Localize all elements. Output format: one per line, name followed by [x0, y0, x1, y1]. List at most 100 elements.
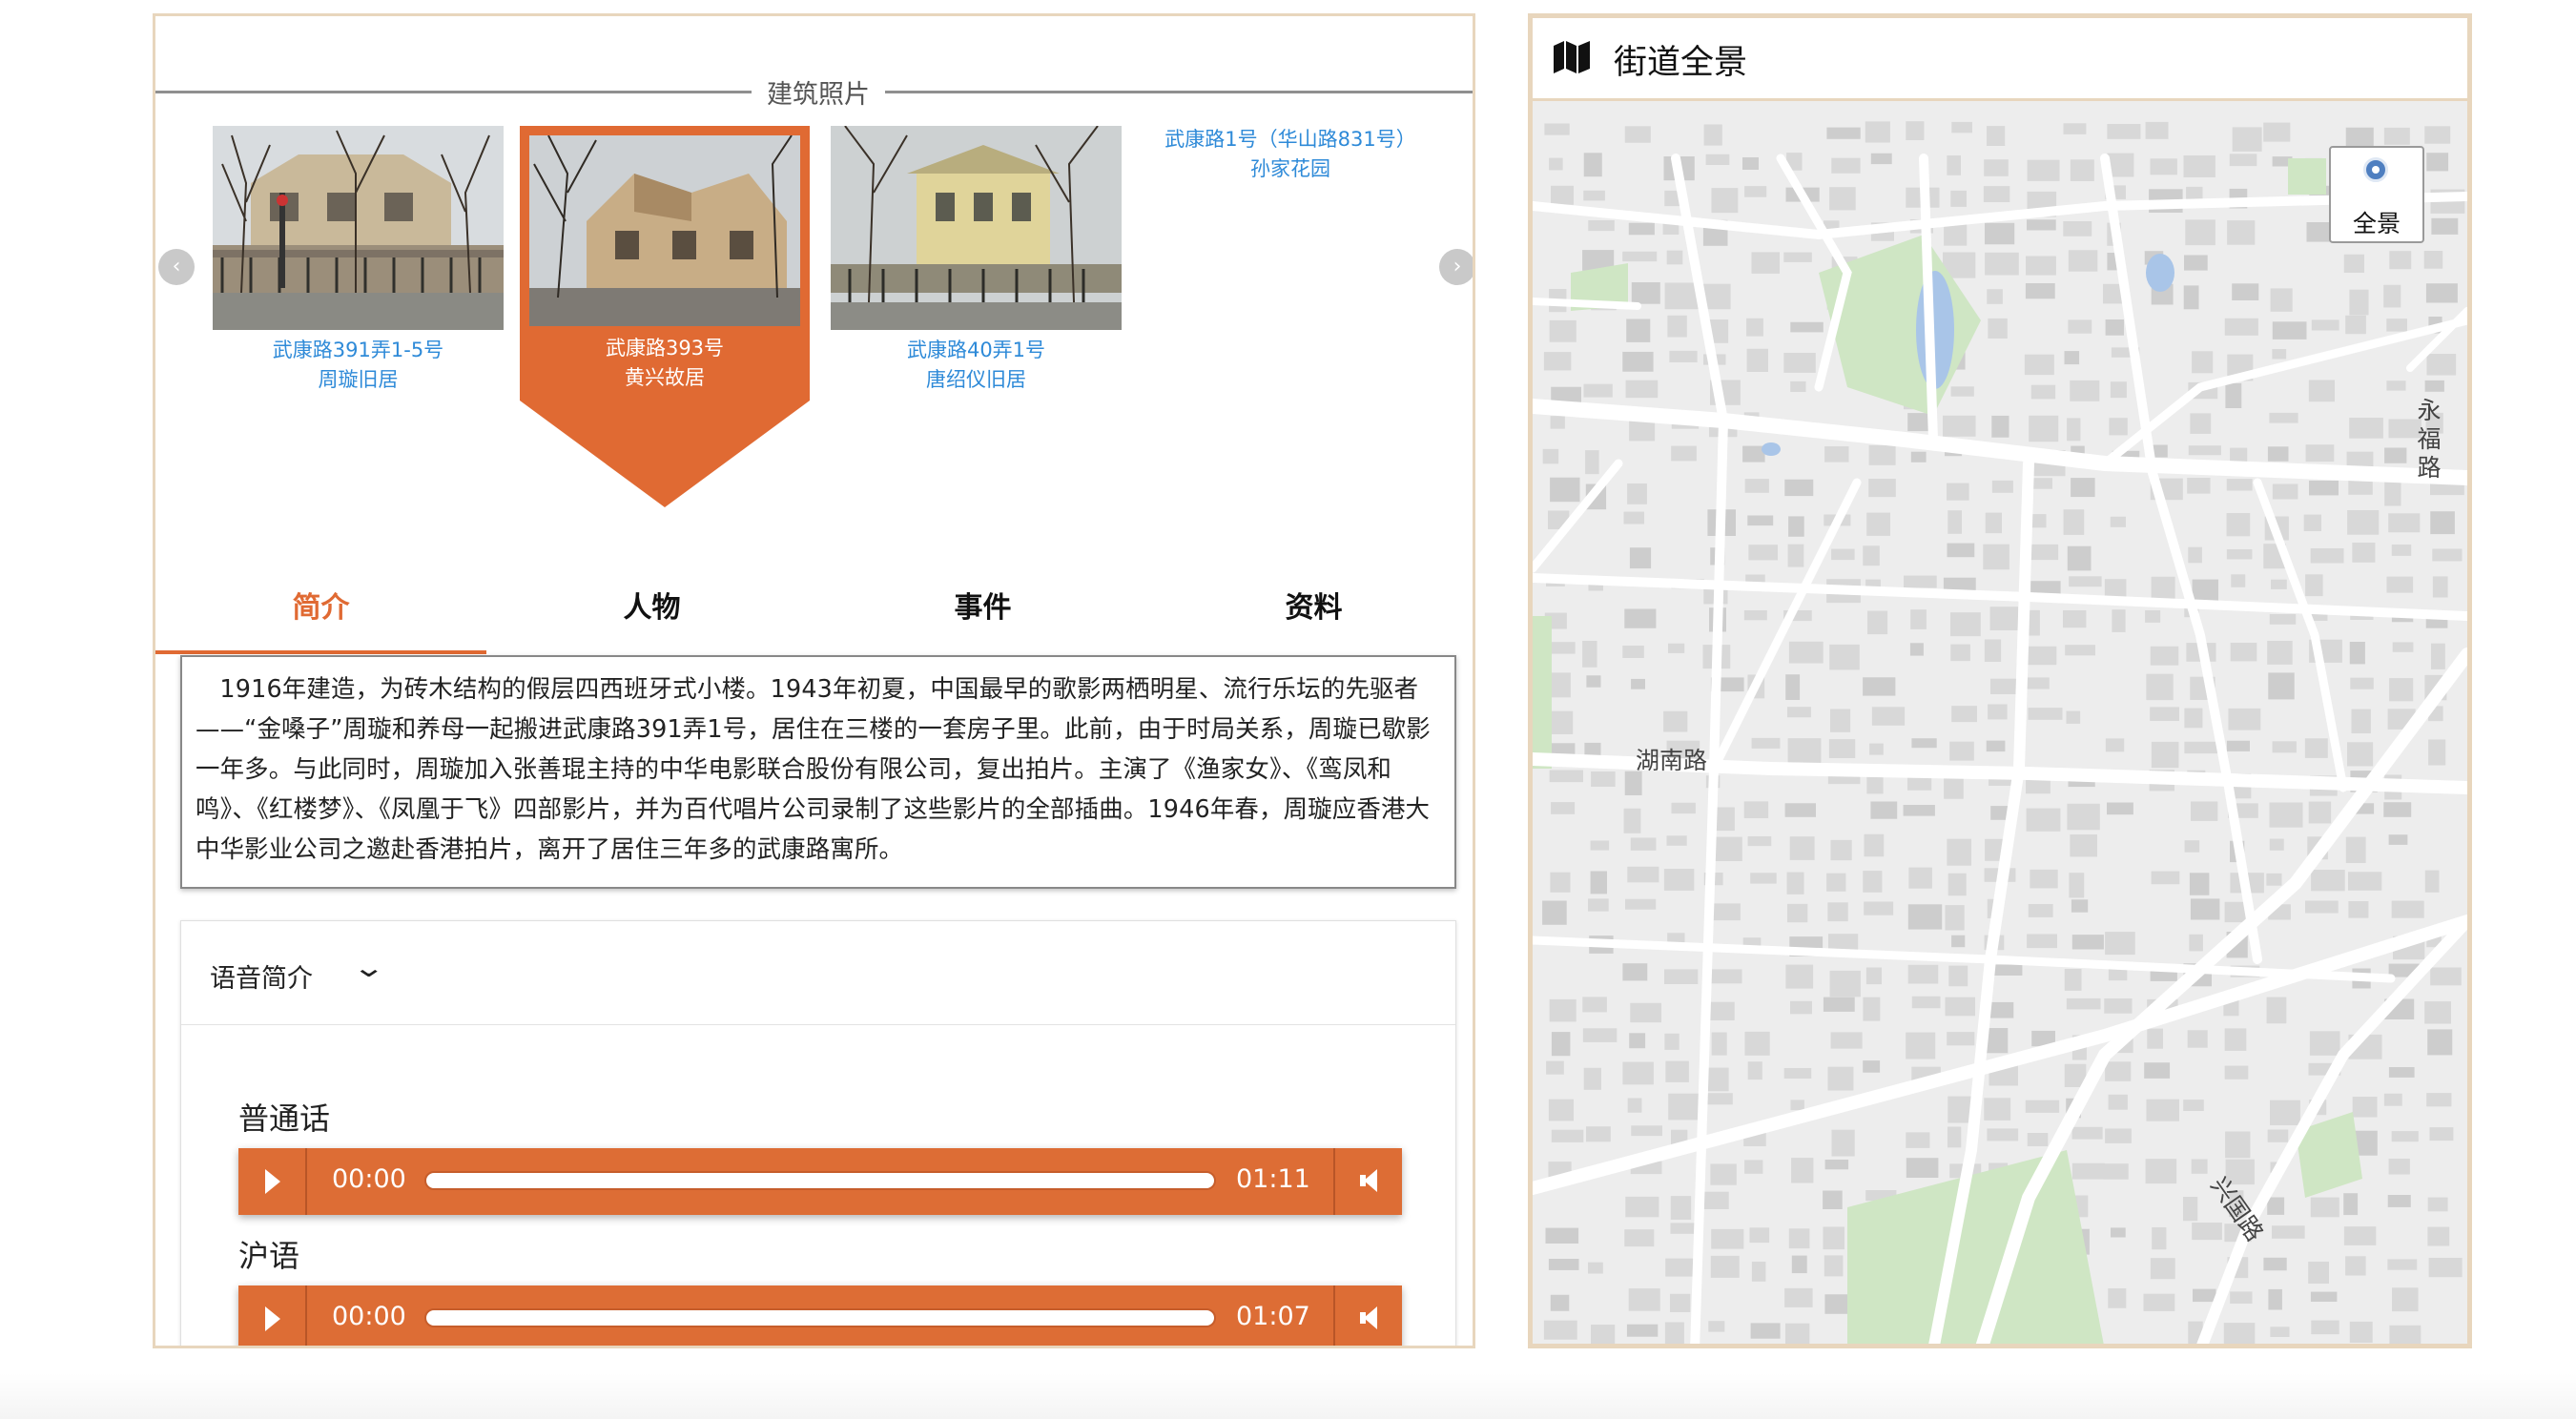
map-building: [2388, 513, 2421, 533]
map-building: [1743, 610, 1767, 621]
map-icon: [1554, 41, 1590, 73]
map-building: [1987, 289, 2003, 304]
map-building: [2145, 1159, 2177, 1184]
map-building: [1548, 710, 1574, 734]
map-building: [2432, 576, 2448, 598]
audio-current-time: 00:00: [332, 1302, 406, 1331]
map-building: [1583, 1067, 1601, 1090]
map-building: [2184, 708, 2203, 729]
panorama-button[interactable]: 全景: [2329, 146, 2424, 243]
map-building: [2145, 610, 2161, 623]
map-building: [2269, 412, 2298, 423]
map-building: [1910, 609, 1927, 629]
map-building: [1790, 1000, 1812, 1015]
map-building: [2383, 802, 2412, 817]
map-building: [2387, 1195, 2411, 1207]
map-building: [2349, 642, 2365, 665]
carousel-prev-button[interactable]: ‹: [158, 249, 195, 285]
map-building: [1750, 873, 1777, 884]
audio-progress-bar[interactable]: [424, 1308, 1216, 1327]
map-building: [1947, 543, 1975, 558]
map-building: [2426, 354, 2457, 376]
map-building: [1787, 738, 1822, 765]
street-map[interactable]: 永福路 湖南路 兴国路 全景: [1533, 101, 2467, 1344]
map-building: [1830, 1032, 1863, 1049]
map-building: [1950, 386, 1974, 397]
map-building: [2027, 219, 2056, 231]
map-building: [1586, 1126, 1611, 1142]
volume-icon[interactable]: [1333, 1285, 1402, 1346]
map-building: [1903, 805, 1935, 816]
map-building: [2272, 321, 2307, 339]
map-building: [1583, 383, 1613, 398]
photo-card-sunjiahuayuan[interactable]: 武康路1号（华山路831号） 孙家花园: [1143, 125, 1438, 184]
map-building: [1787, 707, 1811, 718]
map-building: [1583, 190, 1605, 201]
map-building: [1904, 575, 1937, 588]
map-building: [2151, 576, 2175, 602]
audio-player-shanghainese: 00:00 01:07: [238, 1285, 1402, 1346]
map-building: [1784, 1287, 1813, 1307]
carousel-next-button[interactable]: ›: [1439, 249, 1473, 285]
map-building: [1945, 997, 1975, 1017]
map-building: [2229, 154, 2257, 167]
tab-events[interactable]: 事件: [817, 574, 1148, 656]
map-building: [2192, 351, 2214, 374]
map-building: [2348, 872, 2382, 891]
play-icon[interactable]: [238, 1148, 307, 1215]
map-building: [2232, 283, 2259, 300]
map-building: [2027, 159, 2060, 181]
photo-card-huangxing[interactable]: 武康路393号 黄兴故居: [529, 135, 800, 393]
map-building: [2392, 1287, 2419, 1312]
audio-progress-bar[interactable]: [424, 1171, 1216, 1190]
map-building: [2311, 319, 2339, 331]
map-building: [1711, 188, 1739, 214]
map-building: [1950, 190, 1967, 207]
map-building: [1551, 1032, 1571, 1057]
map-building: [1629, 547, 1652, 569]
map-building: [2071, 1162, 2105, 1180]
map-building: [1947, 1126, 1962, 1148]
map-building: [2071, 1126, 2103, 1140]
map-building: [2104, 998, 2133, 1014]
map-building: [2224, 1065, 2249, 1080]
map-building: [2345, 836, 2366, 863]
map-building: [1947, 155, 1961, 175]
chevron-down-icon[interactable]: ⌄: [352, 952, 385, 983]
map-building: [1622, 251, 1658, 262]
map-building: [2343, 1193, 2359, 1216]
tab-intro[interactable]: 简介: [155, 574, 486, 656]
tab-people[interactable]: 人物: [486, 574, 817, 656]
map-building: [1748, 545, 1778, 561]
map-building: [1663, 710, 1688, 732]
volume-icon[interactable]: [1333, 1148, 1402, 1215]
map-building: [2183, 1100, 2204, 1111]
map-building: [2187, 1030, 2208, 1048]
tab-materials[interactable]: 资料: [1148, 574, 1473, 656]
audio-intro-header[interactable]: 语音简介 ⌄: [181, 921, 1455, 1025]
photo-caption: 武康路40弄1号 唐绍仪旧居: [831, 336, 1122, 395]
map-building: [1826, 873, 1846, 892]
map-building: [1710, 1163, 1737, 1185]
map-building: [2112, 609, 2126, 632]
map-building: [1628, 222, 1655, 236]
map-building: [1750, 1323, 1781, 1339]
map-building: [2225, 1131, 2251, 1159]
map-building: [2190, 413, 2212, 434]
map-building: [2263, 122, 2291, 142]
map-building: [1945, 905, 1965, 931]
map-building: [1824, 446, 1849, 463]
photo-card-zhouxuan[interactable]: 武康路391弄1-5号 周璇旧居: [213, 126, 504, 395]
map-building: [2310, 1291, 2338, 1302]
map-header: 街道全景: [1533, 18, 2467, 101]
map-building: [1909, 643, 1924, 656]
map-building: [2024, 354, 2054, 376]
map-building: [2066, 710, 2081, 724]
map-building: [1827, 902, 1848, 922]
map-building: [1583, 153, 1602, 177]
photo-card-tangshaoyi[interactable]: 武康路40弄1号 唐绍仪旧居: [831, 126, 1122, 395]
map-building: [2184, 741, 2218, 754]
play-icon[interactable]: [238, 1285, 307, 1346]
map-building: [1631, 282, 1660, 304]
map-building: [1985, 222, 2015, 245]
